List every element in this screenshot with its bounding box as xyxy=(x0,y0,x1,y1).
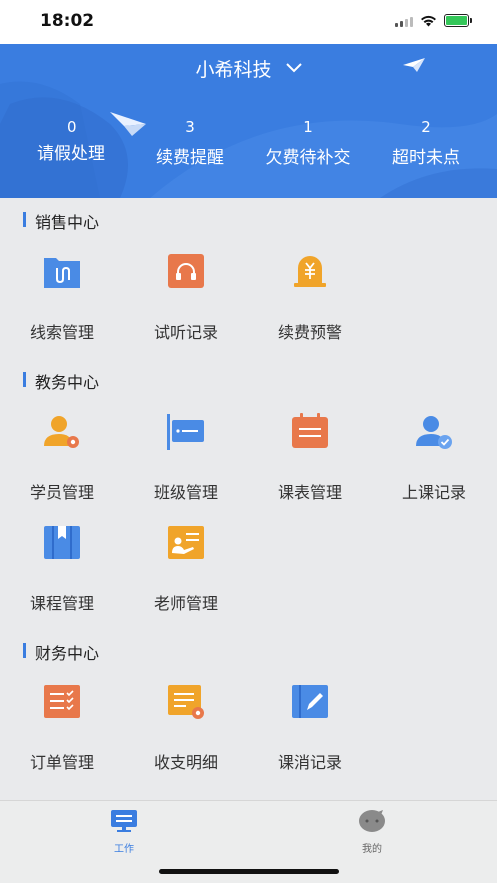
stat-count: 3 xyxy=(185,118,195,136)
tab-mine[interactable]: 我的 xyxy=(342,809,402,855)
stat-overdue[interactable]: 2 超时未点 xyxy=(364,118,488,168)
stat-label: 续费提醒 xyxy=(156,148,224,168)
stats-row: 0 请假处理 3 续费提醒 1 欠费待补交 2 超时未点 xyxy=(0,118,497,178)
stat-renewal[interactable]: 3 续费提醒 xyxy=(128,118,252,168)
tile-timetable[interactable]: 课表管理 xyxy=(255,412,365,532)
section-title-finance: 财务中心 xyxy=(23,640,99,664)
tile-trial-records[interactable]: 试听记录 xyxy=(131,252,241,372)
pen-note-icon xyxy=(292,685,328,718)
tile-label: 收支明细 xyxy=(153,753,218,772)
ledger-gear-icon xyxy=(168,685,204,719)
student-gear-icon xyxy=(44,416,79,448)
battery-icon xyxy=(444,14,472,27)
paper-plane-icon[interactable] xyxy=(403,57,425,73)
tile-label: 课消记录 xyxy=(277,753,342,772)
tile-clues[interactable]: 线索管理 xyxy=(7,252,117,372)
tile-label: 试听记录 xyxy=(153,323,218,342)
tile-label: 班级管理 xyxy=(153,483,218,502)
tile-courses[interactable]: 课程管理 xyxy=(7,523,117,643)
attendance-check-icon xyxy=(416,416,452,449)
order-list-icon xyxy=(44,685,80,718)
stat-label: 超时未点 xyxy=(392,148,460,168)
stat-count: 2 xyxy=(421,118,431,136)
tile-consumption[interactable]: 课消记录 xyxy=(255,682,365,802)
tile-orders[interactable]: 订单管理 xyxy=(7,682,117,802)
tile-attendance[interactable]: 上课记录 xyxy=(379,412,489,532)
stat-count: 1 xyxy=(303,118,313,136)
tile-label: 线索管理 xyxy=(29,323,94,342)
tile-label: 续费预警 xyxy=(277,323,342,342)
header-banner: 小希科技 0 请假处理 3 续费提醒 1 欠费待补交 2 超时未点 xyxy=(0,44,497,198)
chevron-down-icon xyxy=(285,63,302,73)
tile-label: 订单管理 xyxy=(29,753,94,772)
stat-label: 欠费待补交 xyxy=(265,148,351,168)
stat-count: 0 xyxy=(67,118,77,136)
stat-label: 请假处理 xyxy=(37,144,105,164)
tile-classes[interactable]: 班级管理 xyxy=(131,412,241,532)
tile-label: 上课记录 xyxy=(401,483,466,502)
tile-teachers[interactable]: 老师管理 xyxy=(131,523,241,643)
tile-label: 老师管理 xyxy=(153,594,218,613)
org-name: 小希科技 xyxy=(195,59,272,81)
calendar-icon xyxy=(292,413,328,448)
yen-bell-icon xyxy=(294,256,326,287)
tile-label: 课程管理 xyxy=(29,594,94,613)
status-icons xyxy=(395,14,472,27)
home-indicator[interactable] xyxy=(159,869,339,874)
tab-work[interactable]: 工作 xyxy=(94,809,154,855)
teacher-board-icon xyxy=(168,526,204,559)
book-icon xyxy=(44,526,80,559)
clue-icon xyxy=(44,258,80,288)
stat-leave[interactable]: 0 请假处理 xyxy=(9,118,133,164)
stat-arrears[interactable]: 1 欠费待补交 xyxy=(246,118,370,168)
tile-ledger[interactable]: 收支明细 xyxy=(131,682,241,802)
status-time: 18:02 xyxy=(40,11,95,31)
profile-face-icon xyxy=(359,810,385,832)
tile-renewal-alert[interactable]: 续费预警 xyxy=(255,252,365,372)
tab-label: 工作 xyxy=(114,844,134,855)
signal-icon xyxy=(395,15,413,27)
section-title-academic: 教务中心 xyxy=(23,369,99,393)
tile-students[interactable]: 学员管理 xyxy=(7,412,117,532)
section-title-sales: 销售中心 xyxy=(23,209,99,233)
class-sign-icon xyxy=(167,414,204,450)
status-bar: 18:02 xyxy=(0,0,497,44)
headphones-icon xyxy=(168,254,204,288)
monitor-icon xyxy=(111,810,137,832)
wifi-icon xyxy=(421,15,436,26)
tile-label: 课表管理 xyxy=(277,483,342,502)
tab-label: 我的 xyxy=(362,844,382,855)
tile-label: 学员管理 xyxy=(29,483,94,502)
